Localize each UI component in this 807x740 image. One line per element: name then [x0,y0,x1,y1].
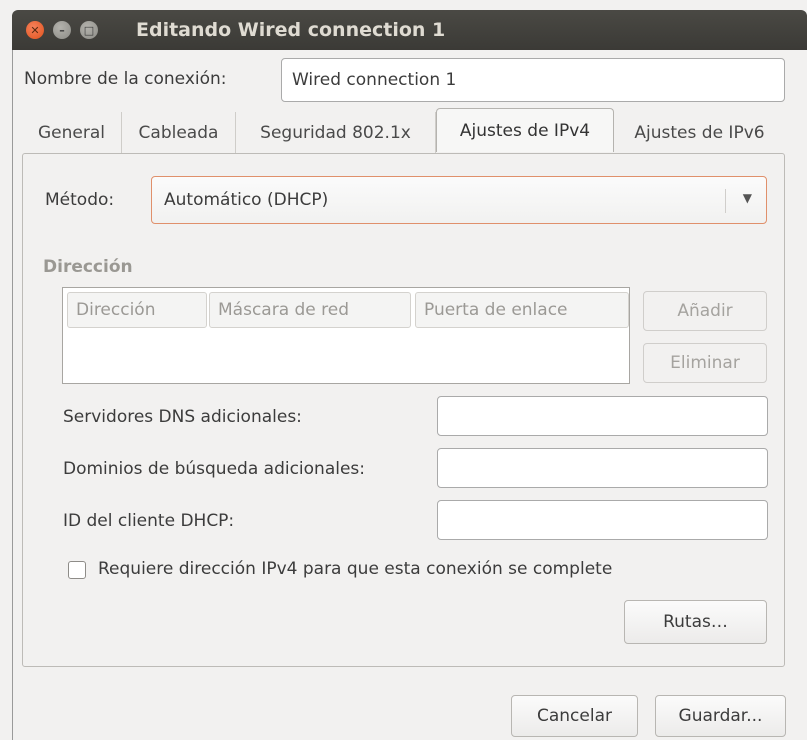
tab-general[interactable]: General [22,112,122,154]
require-ipv4-checkbox[interactable] [68,561,86,579]
cancel-button[interactable]: Cancelar [511,695,638,737]
dns-label: Servidores DNS adicionales: [63,407,302,427]
minimize-icon[interactable]: – [53,21,71,39]
column-header-netmask[interactable]: Máscara de red [209,292,411,328]
chevron-down-icon: ▼ [742,191,752,205]
method-select[interactable]: Automático (DHCP) ▼ [151,176,767,224]
search-domains-input[interactable] [437,448,768,488]
method-label: Método: [45,190,115,210]
remove-address-button[interactable]: Eliminar [643,343,767,383]
column-header-gateway[interactable]: Puerta de enlace [415,292,629,328]
window-title: Editando Wired connection 1 [136,19,446,41]
dns-servers-input[interactable] [437,396,768,436]
address-section-title: Dirección [43,257,133,277]
save-button[interactable]: Guardar... [655,695,786,737]
title-bar: ✕ – □ Editando Wired connection 1 [12,10,807,50]
require-ipv4-label[interactable]: Requiere dirección IPv4 para que esta co… [98,559,612,579]
combo-separator [725,189,726,213]
dhcp-client-id-input[interactable] [437,500,768,540]
add-address-button[interactable]: Añadir [643,291,767,331]
dhcp-client-id-label: ID del cliente DHCP: [63,511,235,531]
close-icon[interactable]: ✕ [26,21,44,39]
ipv4-settings-panel: Método: Automático (DHCP) ▼ Dirección Di… [22,153,785,667]
tab-cableada[interactable]: Cableada [122,112,236,154]
method-value: Automático (DHCP) [164,190,329,210]
address-table[interactable]: Dirección Máscara de red Puerta de enlac… [62,287,630,384]
tab-security-8021x[interactable]: Seguridad 802.1x [236,112,436,154]
connection-name-label: Nombre de la conexión: [24,69,227,89]
tab-ipv4[interactable]: Ajustes de IPv4 [436,108,614,152]
column-header-address[interactable]: Dirección [67,292,207,328]
connection-name-input[interactable]: Wired connection 1 [281,58,785,102]
search-domains-label: Dominios de búsqueda adicionales: [63,459,366,479]
routes-button[interactable]: Rutas… [624,600,767,644]
tab-ipv6[interactable]: Ajustes de IPv6 [614,112,785,154]
maximize-icon[interactable]: □ [80,21,98,39]
